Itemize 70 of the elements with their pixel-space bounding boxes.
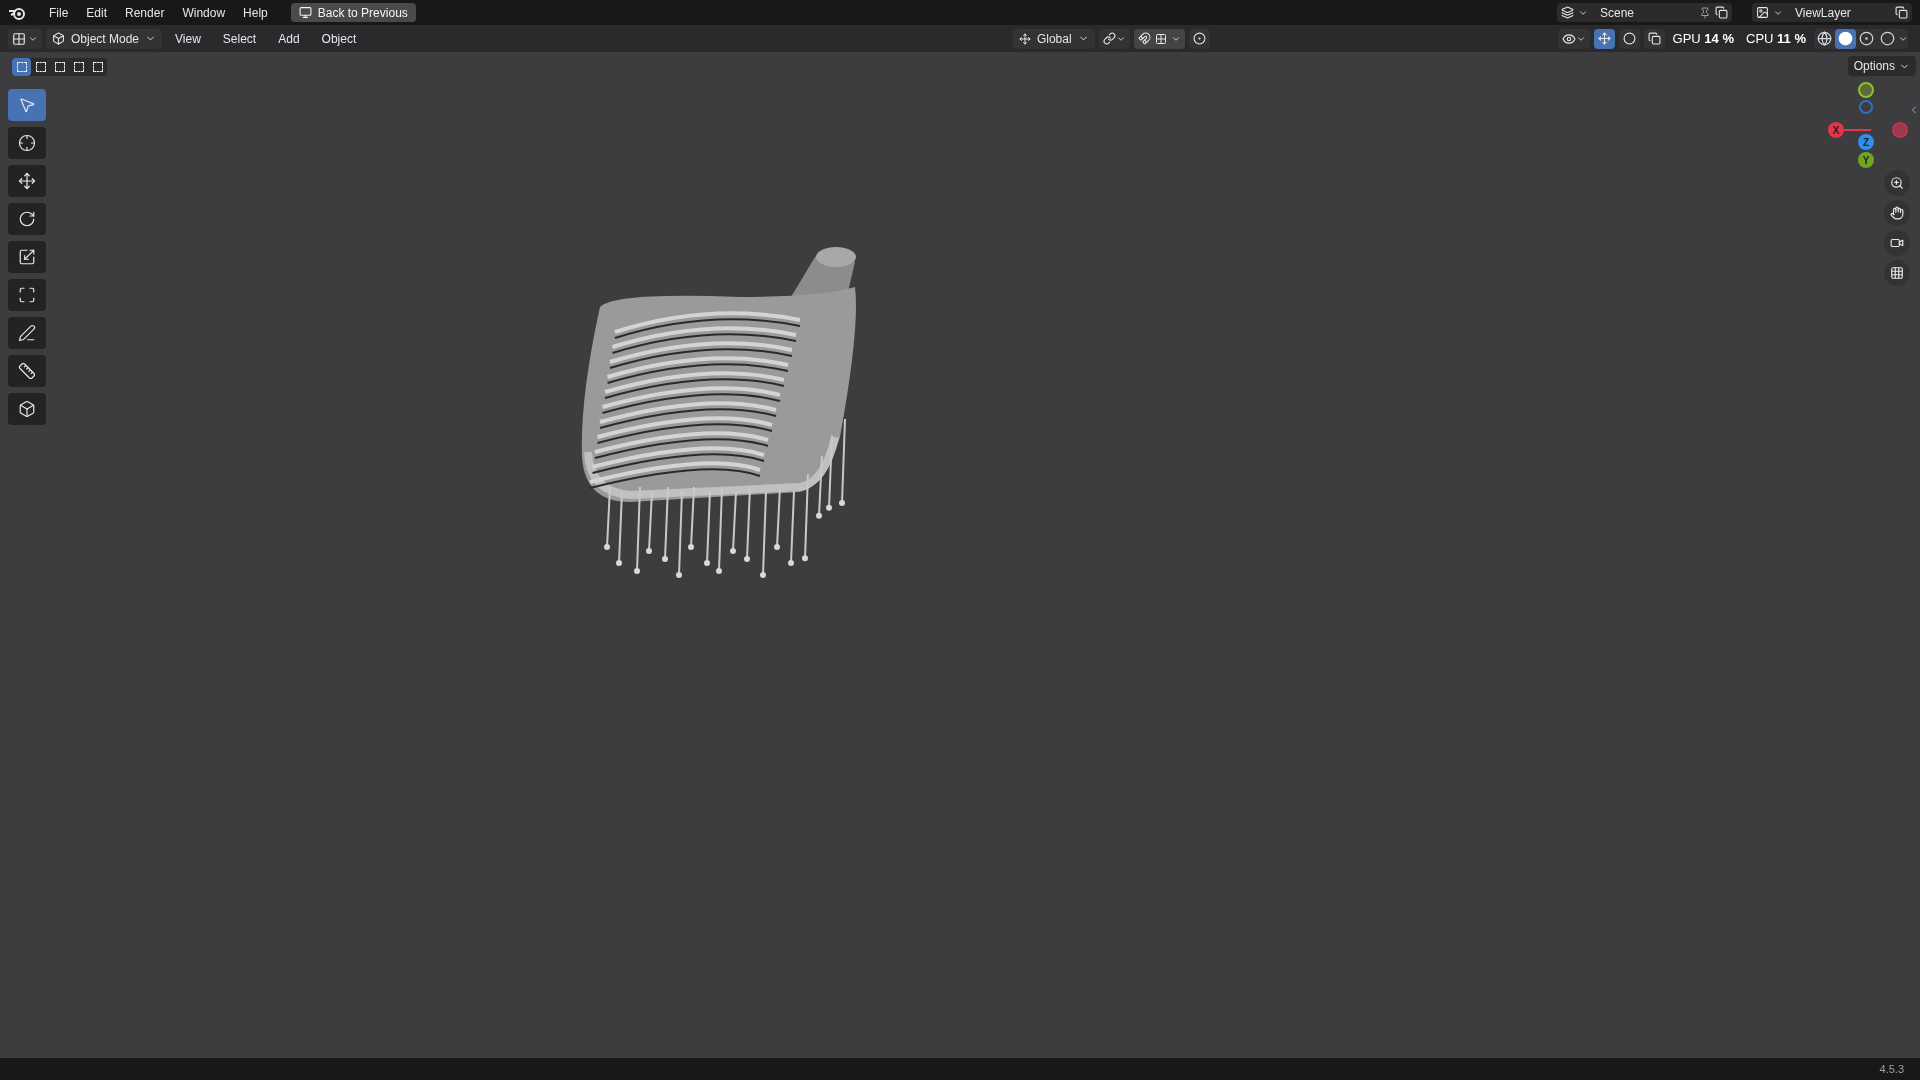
header-menu-item[interactable]: Select [213,29,266,48]
proportional-edit-button[interactable] [1188,28,1210,49]
gizmo-toggle-button[interactable] [1593,28,1615,49]
resource-monitor-label: CPU 11 % [1745,29,1807,48]
editor-type-button[interactable] [8,28,42,49]
snap-button[interactable] [1133,28,1185,49]
visibility-button[interactable] [1557,28,1590,49]
camera-icon [1890,236,1904,250]
solid-sphere-icon [1838,31,1853,46]
projection-button[interactable] [1884,260,1910,286]
cursor-icon [18,134,36,152]
menu-item[interactable]: File [42,1,76,24]
header-menu-item[interactable]: Add [269,29,309,48]
version-label: 4.5.3 [1879,1061,1904,1077]
scene-selector[interactable]: Scene [1557,3,1732,22]
back-to-previous-button[interactable]: Back to Previous [290,3,416,22]
object-icon [52,32,65,45]
new-scene-icon [1715,6,1728,19]
tool-button[interactable] [8,393,46,425]
tool-button[interactable] [8,127,46,159]
menu-item[interactable]: Edit [79,1,115,24]
overlays-button[interactable] [1618,28,1640,49]
mode-dropdown[interactable]: Object Mode [46,28,163,49]
pan-button[interactable] [1884,200,1910,226]
zoom-icon [1890,176,1904,190]
menu-item[interactable]: Render [118,1,172,24]
pivot-button[interactable] [1098,28,1130,49]
shading-mode-button[interactable] [1835,28,1856,49]
xray-button[interactable] [1643,28,1665,49]
hand-icon [1890,206,1904,220]
tool-button[interactable] [8,165,46,197]
link-icon [1102,32,1116,45]
proportional-icon [1192,32,1206,45]
magnet-icon [1137,32,1151,45]
scene-icon [1561,6,1574,19]
options-dropdown[interactable]: Options [1847,56,1916,76]
pin-icon [1699,6,1711,19]
tool-button[interactable] [8,317,46,349]
header-menu-item[interactable]: Object [312,29,366,48]
monitor-icon [298,6,312,19]
camera-view-button[interactable] [1884,230,1910,256]
grid-icon [1154,32,1167,45]
tool-button[interactable] [8,203,46,235]
resource-monitor-label: GPU 14 % [1671,29,1735,48]
scale-icon [18,248,36,266]
menu-item[interactable]: Help [236,1,275,24]
eye-icon [1561,31,1576,46]
move-icon [18,172,36,190]
select-box-icon [18,96,36,114]
new-view-layer-icon [1895,6,1908,19]
wireframe-icon [1817,31,1832,46]
tool-button[interactable] [8,279,46,311]
ruler-icon [18,362,36,380]
header-menu-item[interactable]: View [166,29,210,48]
pencil-icon [18,324,36,342]
transform-icon [18,286,36,304]
orientation-dropdown[interactable]: Global [1012,28,1095,49]
zoom-button[interactable] [1884,170,1910,196]
rotate-icon [18,210,36,228]
scene-name: Scene [1600,4,1636,22]
view-layer-selector[interactable]: ViewLayer [1752,3,1912,22]
menu-item[interactable]: Window [175,1,233,24]
view-layer-icon [1756,6,1769,19]
tool-button[interactable] [8,241,46,273]
view-layer-name: ViewLayer [1795,4,1852,22]
material-sphere-icon [1859,31,1874,46]
cube-icon [18,400,36,418]
selection-mode-button[interactable] [12,58,31,76]
tool-button[interactable] [8,355,46,387]
grid-icon [1890,266,1904,280]
